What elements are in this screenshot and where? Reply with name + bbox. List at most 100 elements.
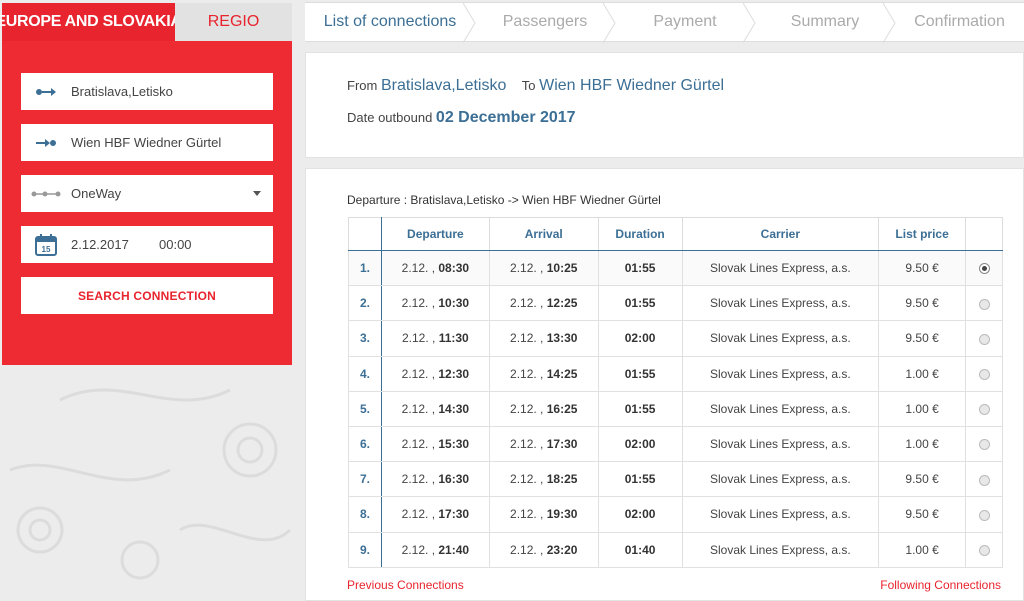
following-connections-link[interactable]: Following Connections xyxy=(880,578,1001,592)
date-outbound-value: 02 December 2017 xyxy=(435,109,576,126)
duration-cell: 01:55 xyxy=(597,249,683,287)
departure-icon xyxy=(21,87,71,97)
carrier-cell: Slovak Lines Express, a.s. xyxy=(681,461,880,498)
row-index: 5. xyxy=(348,390,382,427)
to-field[interactable]: Wien HBF Wiedner Gürtel xyxy=(21,124,273,161)
connections-table: Departure Arrival Duration Carrier List … xyxy=(348,217,1003,568)
select-cell[interactable] xyxy=(965,496,1003,533)
arrival-cell: 2.12. , 16:25 xyxy=(488,390,599,427)
select-radio[interactable] xyxy=(978,263,990,275)
search-panel: Bratislava,Letisko Wien HBF Wiedner Gürt… xyxy=(2,41,292,365)
table-row[interactable]: 4. 2.12. , 12:30 2.12. , 14:25 01:55 Slovak … xyxy=(348,355,1003,392)
departure-cell: 2.12. , 11:30 xyxy=(380,320,490,357)
arrival-time: 12:25 xyxy=(546,296,578,311)
background-pattern xyxy=(0,360,300,601)
row-index: 2. xyxy=(348,285,382,322)
tab-europe-slovakia[interactable]: EUROPE AND SLOVAKIA xyxy=(0,3,182,41)
calendar-icon: 15 xyxy=(21,233,71,256)
connections-panel: Departure : Bratislava,Letisko -> Wien H… xyxy=(305,168,1024,601)
select-radio[interactable] xyxy=(978,333,990,345)
to-value: Wien HBF Wiedner Gürtel xyxy=(71,135,222,150)
select-radio[interactable] xyxy=(978,474,990,486)
booking-steps: List of connections Passengers Payment S… xyxy=(305,2,1024,43)
departure-cell: 2.12. , 14:30 xyxy=(380,390,490,427)
duration-cell: 02:00 xyxy=(597,496,683,533)
departure-time: 17:30 xyxy=(438,507,470,522)
route-summary: From Bratislava,Letisko To Wien HBF Wied… xyxy=(305,52,1024,158)
step-payment[interactable]: Payment xyxy=(615,2,756,43)
one-way-icon xyxy=(21,190,71,198)
price-cell: 1.00 € xyxy=(878,531,967,568)
route-from: Bratislava,Letisko xyxy=(380,77,507,94)
trip-type-value: OneWay xyxy=(71,186,122,201)
arrival-cell: 2.12. , 14:25 xyxy=(488,355,599,392)
price-cell: 1.00 € xyxy=(878,355,967,392)
step-summary[interactable]: Summary xyxy=(755,2,896,43)
departure-cell: 2.12. , 16:30 xyxy=(380,461,490,498)
date-field[interactable]: 15 2.12.2017 00:00 xyxy=(21,226,273,263)
table-row[interactable]: 2. 2.12. , 10:30 2.12. , 12:25 01:55 Slovak … xyxy=(348,285,1003,322)
select-cell[interactable] xyxy=(965,390,1003,427)
select-cell[interactable] xyxy=(965,285,1003,322)
table-row[interactable]: 7. 2.12. , 16:30 2.12. , 18:25 01:55 Slovak … xyxy=(348,461,1003,498)
departure-cell: 2.12. , 17:30 xyxy=(380,496,490,533)
price-cell: 9.50 € xyxy=(878,320,967,357)
col-header-arrival: Arrival xyxy=(488,217,599,251)
departure-cell: 2.12. , 15:30 xyxy=(380,425,490,463)
table-row[interactable]: 1. 2.12. , 08:30 2.12. , 10:25 01:55 Slovak … xyxy=(348,249,1003,287)
table-header-row: Departure Arrival Duration Carrier List … xyxy=(348,217,1003,251)
select-cell[interactable] xyxy=(965,425,1003,463)
table-row[interactable]: 6. 2.12. , 15:30 2.12. , 17:30 02:00 Slovak … xyxy=(348,425,1003,463)
arrival-cell: 2.12. , 19:30 xyxy=(488,496,599,533)
row-index: 8. xyxy=(348,496,382,533)
arrival-time: 17:30 xyxy=(546,437,578,452)
table-row[interactable]: 3. 2.12. , 11:30 2.12. , 13:30 02:00 Slovak … xyxy=(348,320,1003,357)
price-cell: 9.50 € xyxy=(878,249,967,287)
select-radio[interactable] xyxy=(978,298,990,310)
carrier-cell: Slovak Lines Express, a.s. xyxy=(681,390,880,427)
select-radio[interactable] xyxy=(978,439,990,451)
price-cell: 9.50 € xyxy=(878,285,967,322)
price-cell: 1.00 € xyxy=(878,425,967,463)
arrival-cell: 2.12. , 18:25 xyxy=(488,461,599,498)
step-confirmation[interactable]: Confirmation xyxy=(895,2,1024,42)
duration-cell: 01:55 xyxy=(597,355,683,392)
departure-time: 14:30 xyxy=(438,401,470,416)
select-cell[interactable] xyxy=(965,355,1003,392)
select-cell[interactable] xyxy=(965,461,1003,498)
previous-connections-link[interactable]: Previous Connections xyxy=(347,578,464,592)
select-radio[interactable] xyxy=(978,544,990,556)
select-cell[interactable] xyxy=(965,320,1003,357)
carrier-cell: Slovak Lines Express, a.s. xyxy=(681,249,880,287)
col-header-list-price: List price xyxy=(878,217,967,251)
table-row[interactable]: 5. 2.12. , 14:30 2.12. , 16:25 01:55 Slovak … xyxy=(348,390,1003,427)
table-row[interactable]: 8. 2.12. , 17:30 2.12. , 19:30 02:00 Slovak … xyxy=(348,496,1003,533)
to-label: To xyxy=(521,78,536,93)
select-radio[interactable] xyxy=(978,509,990,521)
select-radio[interactable] xyxy=(978,368,990,380)
from-field[interactable]: Bratislava,Letisko xyxy=(21,73,273,110)
carrier-cell: Slovak Lines Express, a.s. xyxy=(681,425,880,463)
tab-regio[interactable]: REGIO xyxy=(175,3,292,41)
select-radio[interactable] xyxy=(978,404,990,416)
table-row[interactable]: 9. 2.12. , 21:40 2.12. , 23:20 01:40 Slovak … xyxy=(348,531,1003,568)
row-index: 6. xyxy=(348,425,382,463)
arrival-time: 10:25 xyxy=(546,261,578,276)
departure-time: 08:30 xyxy=(438,261,470,276)
carrier-cell: Slovak Lines Express, a.s. xyxy=(681,285,880,322)
select-cell[interactable] xyxy=(965,249,1003,287)
price-cell: 9.50 € xyxy=(878,461,967,498)
step-passengers[interactable]: Passengers xyxy=(475,2,616,43)
arrival-time: 23:20 xyxy=(546,542,578,557)
carrier-cell: Slovak Lines Express, a.s. xyxy=(681,531,880,568)
arrival-icon xyxy=(21,138,71,148)
trip-type-select[interactable]: OneWay xyxy=(21,175,273,212)
select-cell[interactable] xyxy=(965,531,1003,568)
departure-time: 12:30 xyxy=(438,366,470,381)
departure-cell: 2.12. , 10:30 xyxy=(380,285,490,322)
step-list-of-connections[interactable]: List of connections xyxy=(305,2,476,43)
arrival-time: 19:30 xyxy=(546,507,578,522)
search-connection-button[interactable]: SEARCH CONNECTION xyxy=(21,277,273,314)
duration-cell: 02:00 xyxy=(597,320,683,357)
carrier-cell: Slovak Lines Express, a.s. xyxy=(681,355,880,392)
